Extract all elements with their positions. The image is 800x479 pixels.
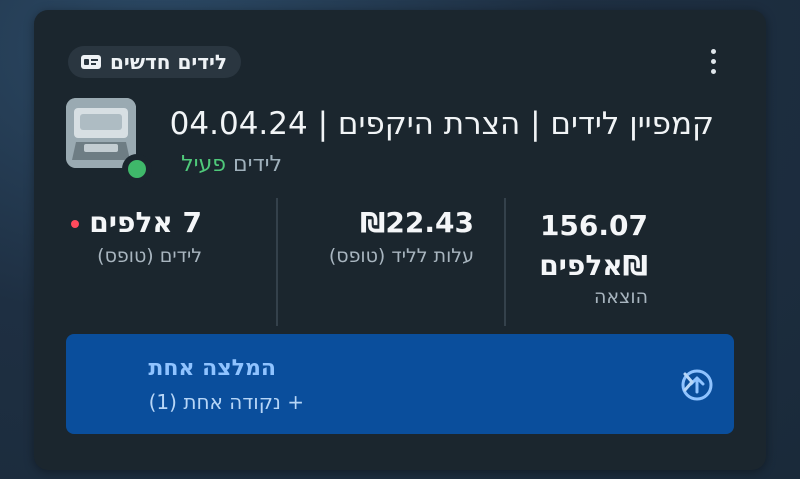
campaign-subtitle: לידים פעיל [181,152,282,177]
status-indicator [122,154,152,184]
id-card-icon [81,55,101,69]
chevron-right-icon[interactable] [680,368,698,396]
metric-cpl-label: עלות לליד (טופס) [328,245,474,267]
recommendation-banner[interactable]: המלצה אחת + נקודה אחת (1) [66,334,734,434]
campaign-title[interactable]: קמפיין לידים | הצרת היקפים | 04.04.24 [170,106,714,142]
active-status-dot [128,160,146,178]
recommendation-subtitle: + נקודה אחת (1) [148,390,304,414]
campaign-card[interactable]: לידים חדשים קמפיין לידים | הצרת היקפים |… [34,10,766,470]
metric-spend[interactable]: 156.07 ₪אלפים הוצאה [539,206,648,308]
metric-divider [504,198,506,326]
metric-cpl-value: ₪22.43 [360,206,474,239]
metric-cost-per-lead[interactable]: ₪22.43 עלות לליד (טופס) [329,206,474,267]
campaign-status: פעיל [181,152,227,177]
new-leads-badge: לידים חדשים [68,46,242,78]
alert-dot [71,220,80,228]
badge-label: לידים חדשים [110,50,228,74]
recommendation-title: המלצה אחת [148,356,276,381]
metric-leads-label: לידים (טופס) [97,245,202,267]
more-options-icon[interactable] [698,46,728,76]
metric-leads-value: 7 אלפים [71,206,202,239]
metric-spend-value-line2: ₪אלפים [539,249,648,282]
metric-divider [276,198,278,326]
metric-spend-value-line1: 156.07 [539,209,648,242]
metric-leads[interactable]: 7 אלפים לידים (טופס) [71,206,202,267]
metric-spend-label: הוצאה [594,286,648,308]
campaign-type-label: לידים [233,152,282,177]
